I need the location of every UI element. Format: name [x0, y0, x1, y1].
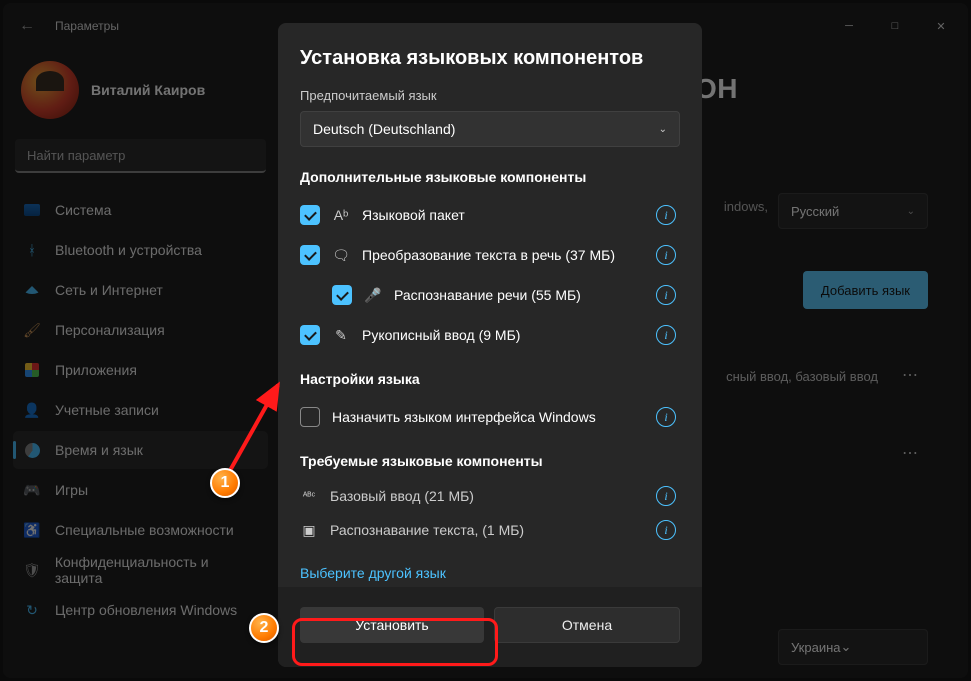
option-label: Языковой пакет [362, 207, 465, 223]
info-icon[interactable]: i [656, 520, 676, 540]
preferred-language-select[interactable]: Deutsch (Deutschland) ⌄ [300, 111, 680, 147]
handwriting-icon: ✎ [332, 327, 350, 344]
option-tts[interactable]: 🗨 Преобразование текста в речь (37 МБ) i [300, 235, 680, 275]
option-handwriting[interactable]: ✎ Рукописный ввод (9 МБ) i [300, 315, 680, 355]
modal-title: Установка языковых компонентов [300, 47, 680, 70]
section-language-settings: Настройки языка [300, 371, 680, 387]
select-value: Deutsch (Deutschland) [313, 121, 455, 137]
option-label: Преобразование текста в речь (37 МБ) [362, 247, 615, 263]
option-label: Распознавание речи (55 МБ) [394, 287, 581, 303]
checkbox-checked[interactable] [300, 245, 320, 265]
option-display-language[interactable]: Назначить языком интерфейса Windows i [300, 397, 680, 437]
section-required-features: Требуемые языковые компоненты [300, 453, 680, 469]
install-language-modal: Установка языковых компонентов Предпочит… [278, 23, 702, 667]
checkbox-checked[interactable] [300, 325, 320, 345]
settings-window: ← Параметры ─ □ ✕ Виталий Каиров Система… [3, 3, 968, 678]
option-speech-recognition[interactable]: 🎤 Распознавание речи (55 МБ) i [300, 275, 680, 315]
required-label: Распознавание текста, (1 МБ) [330, 522, 524, 538]
basic-typing-icon: ᴬᴮᶜ [300, 491, 318, 502]
info-icon[interactable]: i [656, 486, 676, 506]
info-icon[interactable]: i [656, 205, 676, 225]
checkbox-unchecked[interactable] [300, 407, 320, 427]
preferred-language-label: Предпочитаемый язык [300, 88, 680, 103]
ocr-icon: ▣ [300, 522, 318, 539]
checkbox-checked[interactable] [332, 285, 352, 305]
required-label: Базовый ввод (21 МБ) [330, 488, 474, 504]
install-button[interactable]: Установить [300, 607, 484, 643]
info-icon[interactable]: i [656, 245, 676, 265]
checkbox-checked[interactable] [300, 205, 320, 225]
info-icon[interactable]: i [656, 325, 676, 345]
language-pack-icon: Aᵇ [332, 207, 350, 223]
option-label: Рукописный ввод (9 МБ) [362, 327, 520, 343]
info-icon[interactable]: i [656, 285, 676, 305]
required-ocr: ▣ Распознавание текста, (1 МБ) i [300, 513, 680, 547]
tts-icon: 🗨 [332, 247, 350, 264]
option-label: Назначить языком интерфейса Windows [332, 409, 596, 425]
section-optional-features: Дополнительные языковые компоненты [300, 169, 680, 185]
modal-footer: Установить Отмена [278, 587, 702, 667]
cancel-button[interactable]: Отмена [494, 607, 680, 643]
choose-another-language-link[interactable]: Выберите другой язык [300, 565, 446, 581]
option-language-pack[interactable]: Aᵇ Языковой пакет i [300, 195, 680, 235]
microphone-icon: 🎤 [364, 287, 382, 304]
chevron-down-icon: ⌄ [659, 124, 667, 135]
info-icon[interactable]: i [656, 407, 676, 427]
required-basic-typing: ᴬᴮᶜ Базовый ввод (21 МБ) i [300, 479, 680, 513]
